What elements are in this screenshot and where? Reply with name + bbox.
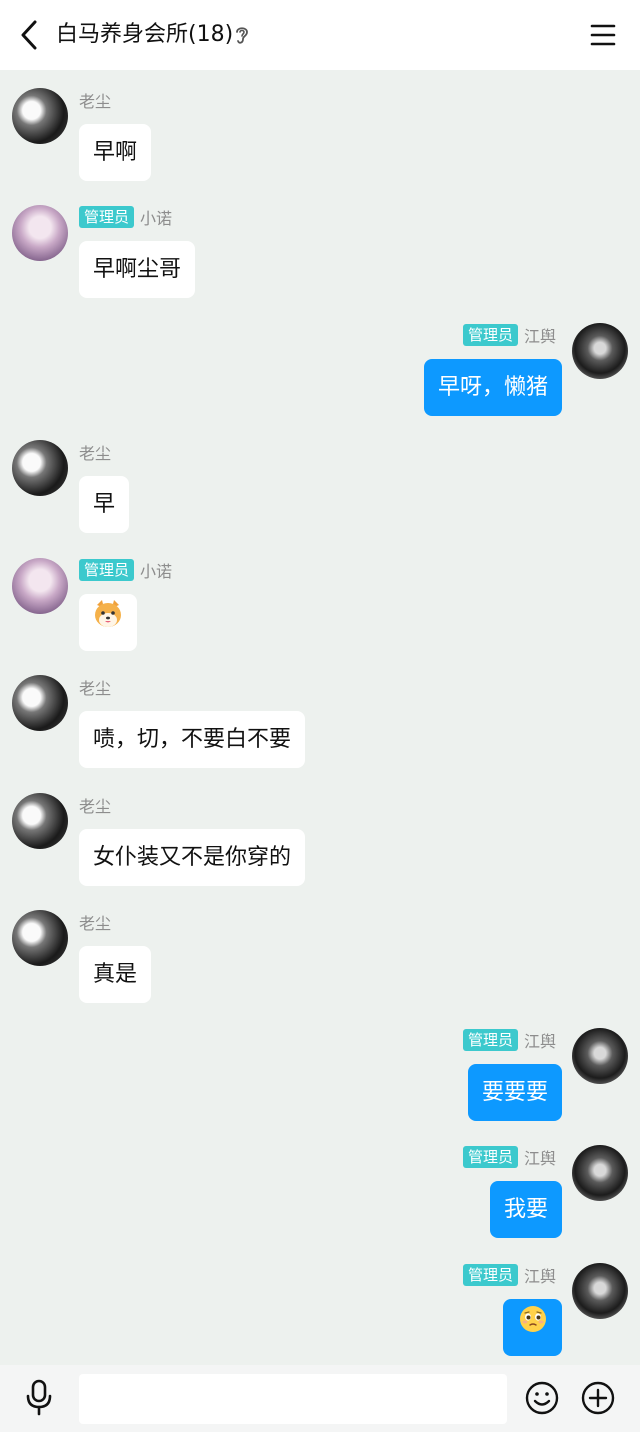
group-title: 白马养身会所(18) (56, 22, 234, 47)
message-bubble[interactable]: 啧，切，不要白不要 (79, 711, 306, 768)
message-item: 老尘 啧，切，不要白不要 (0, 665, 640, 768)
message-item: 管理员 江舆 要要要 (0, 1018, 640, 1121)
chevron-left-icon[interactable] (14, 18, 44, 52)
sender-meta: 老尘 (79, 911, 111, 933)
admin-badge: 管理员 (79, 206, 135, 228)
avatar[interactable] (572, 323, 628, 379)
sender-meta: 管理员 小诺 (79, 559, 172, 581)
avatar[interactable] (12, 440, 68, 496)
message-list[interactable]: 老尘 早啊 管理员 小诺 早啊尘哥 管理员 江舆 早呀，懒猪 老尘 早 管理员 … (0, 70, 640, 1365)
message-bubble[interactable]: 早 (79, 476, 130, 533)
sender-meta: 老尘 (79, 794, 111, 816)
sender-meta: 管理员 江舆 (462, 324, 556, 346)
message-item: 管理员 小诺 (0, 548, 640, 651)
shiba-dog-emoji (92, 594, 124, 651)
sender-meta: 管理员 江舆 (462, 1146, 556, 1168)
message-item: 管理员 小诺 早啊尘哥 (0, 195, 640, 298)
admin-badge: 管理员 (79, 559, 135, 581)
microphone-icon[interactable] (24, 1379, 54, 1417)
sender-name: 江舆 (523, 327, 556, 346)
avatar[interactable] (572, 1263, 628, 1319)
sender-meta: 老尘 (79, 441, 111, 463)
message-bubble[interactable]: 早啊 (79, 124, 152, 181)
message-bubble[interactable]: 要要要 (467, 1064, 562, 1121)
message-input[interactable] (79, 1374, 507, 1424)
chat-header: 白马养身会所(18) (0, 0, 640, 70)
avatar[interactable] (12, 910, 68, 966)
avatar[interactable] (12, 558, 68, 614)
avatar[interactable] (572, 1028, 628, 1084)
message-bubble[interactable]: 早呀，懒猪 (423, 359, 562, 416)
smiley-icon[interactable] (525, 1381, 559, 1415)
admin-badge: 管理员 (462, 1029, 518, 1051)
sender-name: 老尘 (79, 444, 112, 463)
sender-name: 江舆 (523, 1032, 556, 1051)
avatar[interactable] (12, 675, 68, 731)
sender-name: 江舆 (523, 1267, 556, 1286)
message-item: 管理员 江舆 (0, 1253, 640, 1356)
sender-name: 老尘 (79, 914, 112, 933)
plus-circle-icon[interactable] (581, 1381, 615, 1415)
avatar[interactable] (12, 793, 68, 849)
message-bubble[interactable] (79, 594, 137, 651)
admin-badge: 管理员 (462, 1146, 518, 1168)
input-bar (0, 1365, 640, 1432)
message-item: 老尘 女仆装又不是你穿的 (0, 783, 640, 886)
admin-badge: 管理员 (462, 324, 518, 346)
message-bubble[interactable]: 早啊尘哥 (79, 241, 196, 298)
avatar[interactable] (572, 1145, 628, 1201)
sender-name: 老尘 (79, 679, 112, 698)
sender-name: 老尘 (79, 92, 112, 111)
message-bubble[interactable]: 女仆装又不是你穿的 (79, 829, 306, 886)
message-item: 管理员 江舆 我要 (0, 1135, 640, 1238)
sender-name: 江舆 (523, 1149, 556, 1168)
avatar[interactable] (12, 88, 68, 144)
hamburger-menu-icon[interactable] (590, 22, 616, 48)
sender-meta: 老尘 (79, 89, 111, 111)
sender-meta: 管理员 江舆 (462, 1029, 556, 1051)
pleading-face-emoji (518, 1299, 548, 1356)
sender-name: 小诺 (140, 562, 173, 581)
message-item: 管理员 江舆 早呀，懒猪 (0, 313, 640, 416)
admin-badge: 管理员 (462, 1264, 518, 1286)
sender-name: 老尘 (79, 797, 112, 816)
ear-icon[interactable] (232, 24, 252, 46)
message-item: 老尘 早啊 (0, 78, 640, 181)
sender-meta: 管理员 小诺 (79, 206, 172, 228)
sender-meta: 老尘 (79, 676, 111, 698)
message-item: 老尘 真是 (0, 900, 640, 1003)
sender-name: 小诺 (140, 209, 173, 228)
message-item: 老尘 早 (0, 430, 640, 533)
avatar[interactable] (12, 205, 68, 261)
message-bubble[interactable]: 我要 (489, 1181, 562, 1238)
message-bubble[interactable] (503, 1299, 562, 1356)
sender-meta: 管理员 江舆 (462, 1264, 556, 1286)
message-bubble[interactable]: 真是 (79, 946, 152, 1003)
